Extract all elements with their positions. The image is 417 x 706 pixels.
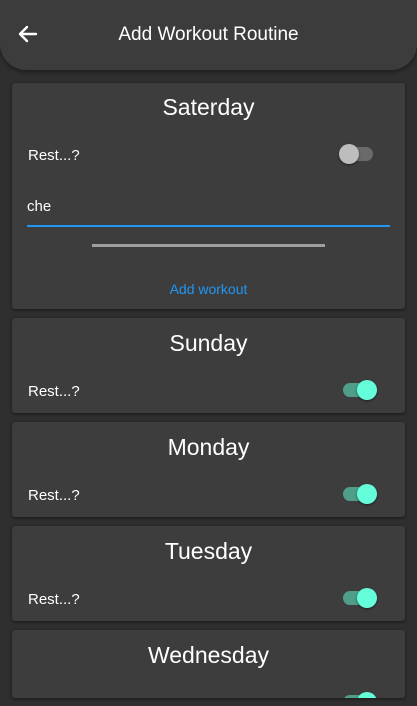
day-card-monday: Monday Rest...? [12,422,405,517]
rest-label: Rest...? [28,147,80,164]
rest-label: Rest...? [28,591,80,608]
rest-label: Rest...? [28,487,80,504]
day-title: Monday [167,434,250,460]
rest-toggle[interactable] [341,482,377,506]
day-card-wednesday: Wednesday [12,630,405,698]
day-title: Sunday [169,330,248,356]
rest-toggle[interactable] [341,690,377,698]
day-title: Tuesday [164,538,253,564]
page-title: Add Workout Routine [118,24,299,45]
toggle-thumb [339,144,359,164]
day-card-tuesday: Tuesday Rest...? [12,526,405,621]
toggle-thumb [357,484,377,504]
day-card-saterday: Saterday Rest...? Add workout [12,83,405,309]
rest-toggle[interactable] [341,586,377,610]
divider-bar [92,244,325,247]
day-card-sunday: Sunday Rest...? [12,318,405,413]
rest-toggle[interactable] [341,378,377,402]
rest-toggle[interactable] [339,142,375,166]
day-title: Wednesday [147,642,270,668]
toggle-thumb [357,692,377,698]
toggle-thumb [357,380,377,400]
toggle-thumb [357,588,377,608]
rest-label: Rest...? [28,383,80,400]
add-workout-button[interactable]: Add workout [12,281,405,297]
workout-name-input[interactable] [27,187,390,227]
day-title: Saterday [162,94,255,120]
app-bar: Add Workout Routine [0,0,417,70]
